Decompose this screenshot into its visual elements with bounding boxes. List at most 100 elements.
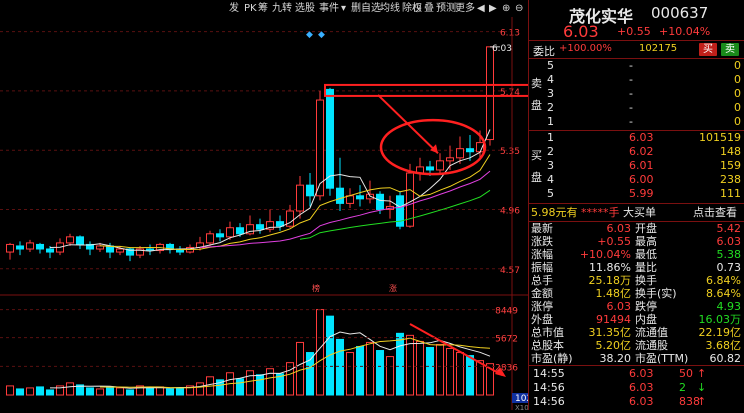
volume-bar: [116, 387, 124, 396]
sell-level-volume: 0: [734, 115, 741, 128]
toolbar-item-0[interactable]: 发: [229, 2, 239, 15]
quote-value: +10.04%: [579, 248, 631, 261]
volume-bar: [426, 346, 434, 396]
tick-row[interactable]: 14:56 6.03 2 ↓: [529, 381, 744, 395]
quote-row: 市盈(静) 38.20 市盈(TTM) 60.82: [529, 352, 744, 365]
quote-value: 8.64%: [706, 287, 741, 300]
buy-level-price: 6.02: [629, 145, 654, 158]
zoom-out-icon[interactable]: ⊖: [515, 2, 523, 15]
volume-bar: [386, 356, 394, 396]
volume-bar: [376, 350, 384, 396]
big-order-price: 5.98元有: [531, 206, 578, 219]
quote-row: 振幅 11.86% 量比 0.73: [529, 261, 744, 274]
arrow-up-icon: ↑: [697, 395, 707, 408]
sell-level-row[interactable]: 4 - 0: [529, 73, 744, 87]
volume-bar: [66, 382, 74, 396]
prev-icon[interactable]: ◀: [477, 2, 485, 15]
big-order-link[interactable]: 点击查看: [693, 206, 737, 220]
buy-level-row[interactable]: 3 6.01 159: [529, 159, 744, 173]
quote-label: 跌停: [635, 300, 657, 313]
volume-bar: [236, 378, 244, 396]
quote-label: 外盘: [531, 313, 553, 326]
quote-value: 3.68亿: [705, 339, 742, 352]
quote-value: 6.03: [716, 235, 742, 248]
sell-level-row[interactable]: 5 - 0: [529, 59, 744, 73]
buy-level-row[interactable]: 2 6.02 148: [529, 145, 744, 159]
volume-bar: [326, 315, 334, 396]
sell-level-price: -: [629, 73, 633, 86]
volume-bar: [436, 343, 444, 396]
zoom-in-icon[interactable]: ⊕: [502, 2, 510, 15]
tick-row[interactable]: 14:55 6.03 50 ↑: [529, 367, 744, 381]
sell-level-price: -: [629, 101, 633, 114]
clock-icon[interactable]: ◷: [413, 2, 422, 15]
candle-body: [116, 248, 124, 253]
volume-tick-label: 2836: [495, 363, 518, 373]
quote-value: 11.86%: [589, 261, 631, 274]
buy-level-index: 4: [547, 173, 554, 186]
toolbar-item-10[interactable]: 叠: [424, 2, 434, 15]
buy-level-volume: 101519: [699, 131, 741, 144]
volume-bar: [46, 389, 54, 396]
volume-bar: [126, 389, 134, 396]
quote-value: 60.82: [709, 352, 742, 365]
buy-level-price: 5.99: [629, 187, 654, 200]
volume-bar: [166, 388, 174, 396]
volume-bar: [466, 355, 474, 396]
tick-trade-list[interactable]: 14:55 6.03 50 ↑ 14:56 6.03 2 ↓ 14:56 6.03 838 ↑: [529, 366, 744, 410]
big-order-type: 大买单: [623, 206, 656, 219]
stock-change-pct: +10.04%: [659, 25, 711, 38]
quote-value: 6.84%: [706, 274, 741, 287]
toolbar-item-1[interactable]: PK: [244, 2, 257, 15]
candle-body: [6, 243, 14, 253]
sell-level-price: -: [629, 115, 633, 128]
volume-bar: [86, 387, 94, 396]
sell-level-row[interactable]: 3 - 0: [529, 87, 744, 101]
stock-code: 000637: [651, 4, 709, 22]
quote-value: 6.03: [606, 300, 632, 313]
buy-level-row[interactable]: 4 6.00 238: [529, 173, 744, 187]
event-marker-label: 榜: [312, 283, 320, 293]
buy-level-volume: 238: [720, 173, 741, 186]
candle-body: [206, 233, 214, 244]
toolbar-item-3[interactable]: 九转: [272, 2, 292, 15]
sell-level-row[interactable]: 2 - 0: [529, 101, 744, 115]
next-icon[interactable]: ▶: [489, 2, 497, 15]
toolbar-item-2[interactable]: 筹: [258, 2, 268, 15]
tick-row[interactable]: 14:56 6.03 838 ↑: [529, 395, 744, 409]
big-order-bar[interactable]: 5.98元有 *****手 大买单 点击查看: [531, 206, 743, 220]
volume-bar: [306, 352, 314, 396]
volume-bar: [366, 341, 374, 396]
tick-volume: 50: [679, 367, 693, 380]
toolbar-item-6[interactable]: ▾: [341, 2, 346, 15]
buy-level-price: 6.03: [629, 131, 654, 144]
toolbar-item-4[interactable]: 选股: [295, 2, 315, 15]
kline-chart-area[interactable]: 6.13 5.74 5.35 4.96 4.57 6.03 ◆ ◆ 榜涨 8449 5672 2836…: [0, 17, 552, 412]
buy-button[interactable]: 买: [699, 43, 717, 56]
candle-body: [336, 187, 344, 204]
toolbar-item-12[interactable]: 更多: [455, 2, 475, 15]
sell-level-index: 2: [547, 101, 554, 114]
toolbar-item-5[interactable]: 事件: [319, 2, 339, 15]
volume-unit-label: X100: [515, 404, 528, 410]
quote-value: 25.18万: [588, 274, 632, 287]
sell-level-row[interactable]: 1 - 0: [529, 115, 744, 129]
volume-bar: [16, 388, 24, 396]
toolbar-item-8[interactable]: 均线: [380, 2, 400, 15]
buy-level-index: 3: [547, 159, 554, 172]
buy-level-row[interactable]: 1 6.03 101519: [529, 131, 744, 145]
volume-bar: [356, 345, 364, 396]
kline-chart-svg: 6.135.745.354.964.576.03◆ ◆榜 涨844956722836…: [0, 17, 552, 412]
quote-label: 流通值: [635, 326, 668, 339]
toolbar-item-7[interactable]: 删自选: [351, 2, 381, 15]
event-marker-label: 涨: [389, 283, 397, 293]
current-price-label: 6.03: [492, 44, 512, 54]
sell-button[interactable]: 卖: [721, 43, 739, 56]
buy-level-index: 5: [547, 187, 554, 200]
quote-label: 总市值: [531, 326, 564, 339]
buy-level-row[interactable]: 5 5.99 111: [529, 187, 744, 201]
buy-level-index: 2: [547, 145, 554, 158]
quote-row: 外盘 91494 内盘 16.03万: [529, 313, 744, 326]
toolbar-item-11[interactable]: 预测: [436, 2, 456, 15]
quote-value: 91494: [596, 313, 631, 326]
